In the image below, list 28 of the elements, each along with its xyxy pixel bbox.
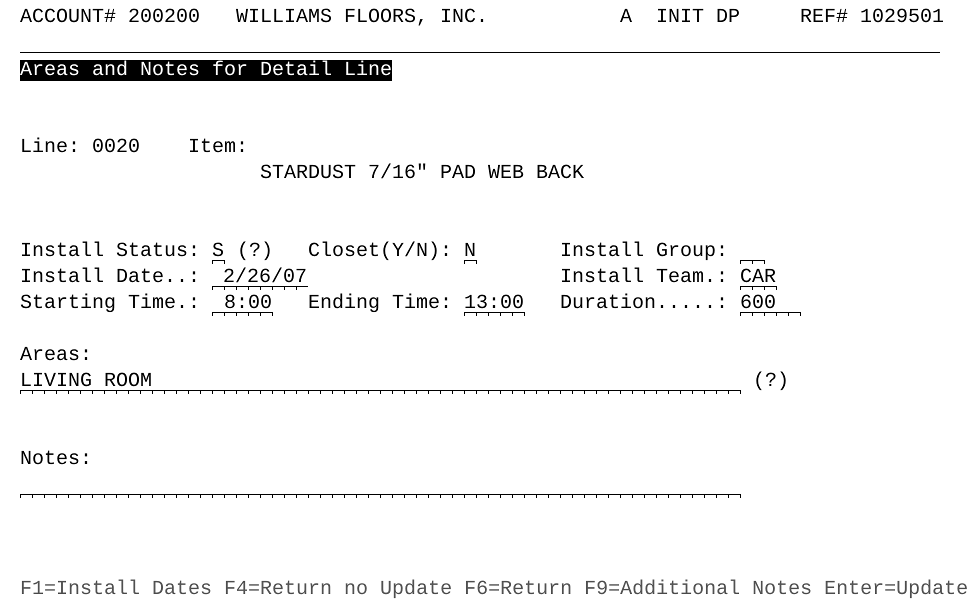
field-label: Closet(Y/N): xyxy=(308,239,452,265)
reference-number: REF# 1029501 xyxy=(800,5,944,31)
function-key-hint: F9=Additional Notes xyxy=(584,577,812,603)
field-label: Install Status: xyxy=(20,239,200,265)
item-label: Item: xyxy=(188,135,248,161)
field-label: Duration.....: xyxy=(560,291,728,317)
notes-label: Notes: xyxy=(20,448,92,471)
areas-label: Areas: xyxy=(20,344,92,367)
function-key-hint: F1=Install Dates xyxy=(20,577,212,603)
company-name: WILLIAMS FLOORS, INC. xyxy=(236,5,488,31)
account-number: ACCOUNT# 200200 xyxy=(20,5,200,31)
field-label: Ending Time: xyxy=(308,291,452,317)
line-label: Line: xyxy=(20,135,80,161)
screen-title: Areas and Notes for Detail Line xyxy=(20,60,392,81)
input-field[interactable]: 2/26/07 xyxy=(212,265,308,291)
lookup-hint: (?) xyxy=(237,239,274,265)
function-key-hint: Enter=Update xyxy=(824,577,968,603)
field-label: Install Date..: xyxy=(20,265,200,291)
line-number: 0020 xyxy=(92,135,140,161)
field-label: Starting Time.: xyxy=(20,291,200,317)
field-label: Install Team.: xyxy=(560,265,728,291)
mode-label: INIT DP xyxy=(656,5,740,31)
function-key-hint: F4=Return no Update xyxy=(224,577,452,603)
function-key-hint: F6=Return xyxy=(464,577,572,603)
status-code: A xyxy=(620,5,632,31)
field-label: Install Group: xyxy=(560,239,728,265)
lookup-hint: (?) xyxy=(753,369,790,395)
item-description: STARDUST 7/16" PAD WEB BACK xyxy=(260,162,584,185)
